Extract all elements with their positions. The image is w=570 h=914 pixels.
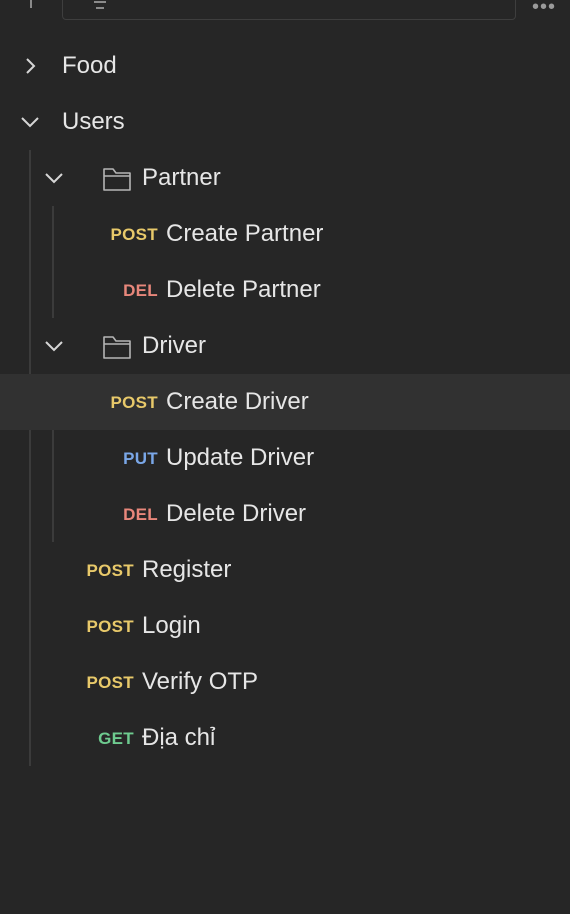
request-label: Delete Driver	[166, 500, 307, 527]
chevron-down-icon[interactable]	[45, 338, 63, 354]
collection-users[interactable]: Users	[0, 94, 570, 150]
method-badge: POST	[86, 617, 134, 636]
folder-partner[interactable]: Partner	[0, 150, 570, 206]
request-verify-otp[interactable]: POST Verify OTP	[0, 654, 570, 710]
request-label: Create Partner	[166, 220, 324, 247]
method-badge: PUT	[123, 449, 158, 468]
method-badge: GET	[98, 729, 134, 748]
method-badge: POST	[110, 225, 158, 244]
request-label: Địa chỉ	[142, 724, 216, 751]
filter-icon[interactable]	[90, 0, 110, 12]
tree-guide-top	[30, 0, 32, 8]
method-badge: POST	[86, 673, 134, 692]
method-badge: POST	[110, 393, 158, 412]
request-login[interactable]: POST Login	[0, 598, 570, 654]
method-badge: DEL	[123, 281, 158, 300]
chevron-down-icon[interactable]	[45, 170, 63, 186]
collection-label: Users	[62, 108, 125, 135]
folder-label: Driver	[142, 332, 206, 359]
request-label: Create Driver	[166, 388, 309, 415]
method-badge: DEL	[123, 505, 158, 524]
folder-icon	[103, 336, 131, 359]
search-input[interactable]	[62, 0, 516, 20]
chevron-right-icon[interactable]	[22, 58, 40, 74]
request-label: Delete Partner	[166, 276, 321, 303]
request-label: Update Driver	[166, 444, 315, 471]
chevron-down-icon[interactable]	[21, 114, 39, 130]
request-label: Login	[142, 612, 201, 639]
request-label: Verify OTP	[142, 668, 259, 695]
request-label: Register	[142, 556, 232, 583]
more-icon[interactable]: •••	[532, 0, 556, 19]
collection-label: Food	[62, 52, 117, 79]
folder-label: Partner	[142, 164, 221, 191]
request-register[interactable]: POST Register	[0, 542, 570, 598]
folder-icon	[103, 168, 131, 191]
request-delete-driver[interactable]: DEL Delete Driver	[0, 486, 570, 542]
request-update-driver[interactable]: PUT Update Driver	[0, 430, 570, 486]
request-create-driver[interactable]: POST Create Driver	[0, 374, 570, 430]
request-create-partner[interactable]: POST Create Partner	[0, 206, 570, 262]
request-delete-partner[interactable]: DEL Delete Partner	[0, 262, 570, 318]
collection-food[interactable]: Food	[0, 38, 570, 94]
method-badge: POST	[86, 561, 134, 580]
request-dia-chi[interactable]: GET Địa chỉ	[0, 710, 570, 766]
folder-driver[interactable]: Driver	[0, 318, 570, 374]
